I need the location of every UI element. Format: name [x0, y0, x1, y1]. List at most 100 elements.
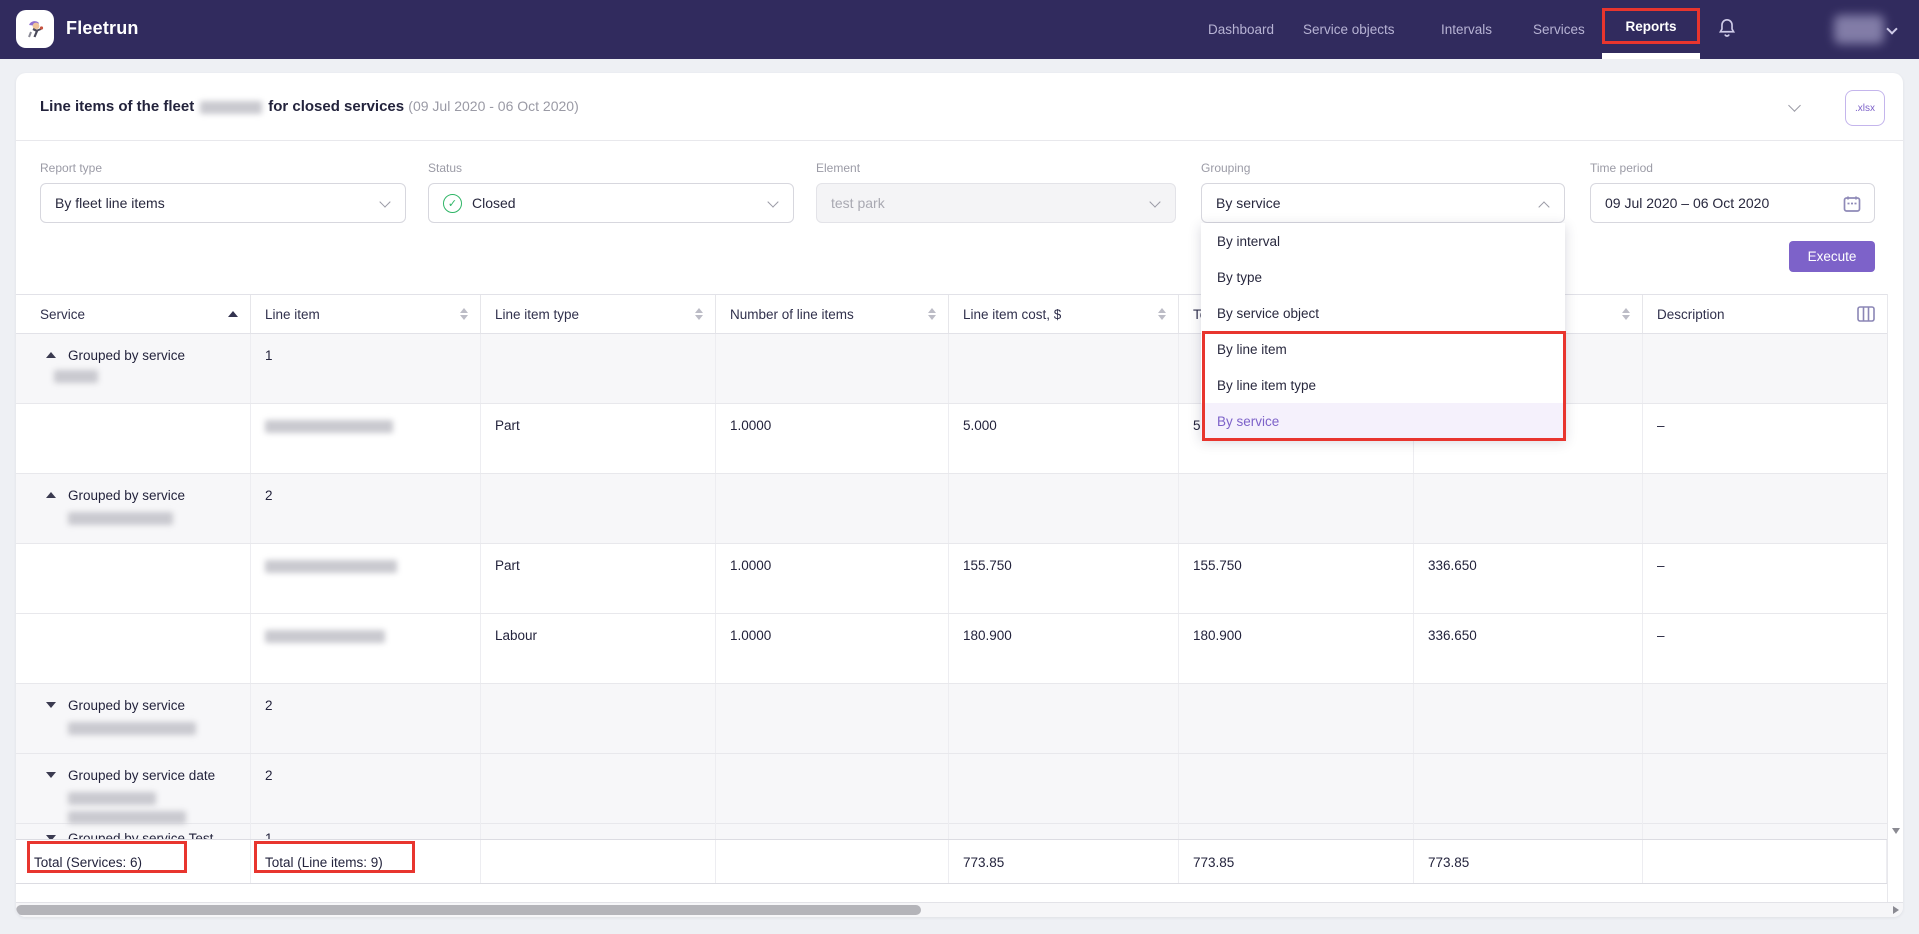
table-row-item[interactable]: Labour 1.0000 180.900 180.900 336.650 – [16, 614, 1887, 684]
nav-item-reports[interactable]: Reports [1625, 19, 1676, 34]
column-header-line-item[interactable]: Line item [251, 295, 481, 333]
redacted-line-item-name [265, 420, 393, 433]
grouping-option-by-line-item[interactable]: By line item [1201, 331, 1565, 367]
redacted-line-item-name [265, 560, 397, 573]
redacted-service-name [54, 370, 98, 383]
sort-icon[interactable] [1158, 308, 1166, 320]
scroll-down-arrow-icon[interactable] [1892, 828, 1900, 834]
expand-group-icon[interactable] [46, 702, 56, 708]
quantity-cell: 1.0000 [716, 404, 949, 473]
bell-icon[interactable] [1716, 16, 1738, 47]
filter-status: Status ✓ Closed [428, 161, 794, 223]
time-period-value: 09 Jul 2020 – 06 Oct 2020 [1605, 195, 1769, 211]
status-select[interactable]: ✓ Closed [428, 183, 794, 223]
cost-cell: 155.750 [949, 544, 1179, 613]
table-total-row: Total (Services: 6) Total (Line items: 9… [16, 839, 1887, 884]
extra-cell: 336.650 [1414, 614, 1643, 683]
description-cell: – [1643, 404, 1887, 473]
column-header-line-item-cost[interactable]: Line item cost, $ [949, 295, 1179, 333]
column-label: Number of line items [730, 307, 854, 322]
expand-group-icon[interactable] [46, 772, 56, 778]
report-card: Line items of the fleet for closed servic… [16, 73, 1903, 917]
sort-icon[interactable] [1622, 308, 1630, 320]
export-xlsx-label: .xlsx [1855, 103, 1875, 114]
filter-time-period: Time period 09 Jul 2020 – 06 Oct 2020 [1590, 161, 1875, 223]
filter-report-type: Report type By fleet line items [40, 161, 406, 223]
fleetrun-logo[interactable] [16, 10, 54, 48]
table-header-row: Service Line item Line item type Number … [16, 294, 1887, 334]
chevron-down-icon [379, 196, 390, 207]
total-services: Total (Services: 6) [16, 840, 251, 883]
nav-item-dashboard[interactable]: Dashboard [1208, 22, 1274, 37]
horizontal-scrollbar-thumb[interactable] [16, 905, 921, 915]
grouping-option-by-service-object[interactable]: By service object [1201, 295, 1565, 331]
vertical-scrollbar[interactable] [1887, 294, 1903, 902]
scroll-right-arrow-icon[interactable] [1893, 906, 1899, 914]
group-label: Grouped by service [68, 488, 185, 503]
grouping-option-by-interval[interactable]: By interval [1201, 223, 1565, 259]
nav-item-intervals[interactable]: Intervals [1441, 22, 1492, 37]
title-period: (09 Jul 2020 - 06 Oct 2020) [408, 98, 578, 114]
sort-icon[interactable] [460, 308, 468, 320]
redacted-service-name [68, 811, 186, 824]
export-xlsx-button[interactable]: .xlsx [1845, 90, 1885, 126]
line-item-type-cell: Part [481, 544, 716, 613]
collapse-report-chevron-icon[interactable] [1788, 99, 1801, 112]
table-row-group[interactable]: Grouped by service 2 [16, 474, 1887, 544]
table-row-group[interactable]: Grouped by service 1 [16, 334, 1887, 404]
chevron-up-icon [1538, 201, 1549, 212]
title-part2: for closed services [268, 98, 404, 115]
group-label: Grouped by service [68, 698, 185, 713]
sort-asc-icon[interactable] [228, 311, 238, 317]
sort-icon[interactable] [928, 308, 936, 320]
grouping-value: By service [1216, 195, 1281, 211]
check-circle-icon: ✓ [443, 194, 462, 213]
grouping-option-by-service[interactable]: By service [1201, 403, 1565, 439]
line-items-count: 1 [251, 334, 481, 403]
time-period-label: Time period [1590, 161, 1875, 175]
column-header-description[interactable]: Description [1643, 295, 1887, 333]
grouping-option-by-line-item-type[interactable]: By line item type [1201, 367, 1565, 403]
nav-item-service-objects[interactable]: Service objects [1303, 22, 1395, 37]
brand-title: Fleetrun [66, 18, 139, 39]
group-label: Grouped by service [68, 348, 185, 363]
redacted-service-name [68, 722, 196, 735]
table-row-item[interactable]: Part 1.0000 155.750 155.750 336.650 – [16, 544, 1887, 614]
extra-cell: 336.650 [1414, 544, 1643, 613]
horizontal-scrollbar[interactable] [16, 902, 1903, 917]
nav-item-services[interactable]: Services [1533, 22, 1585, 37]
group-label: Grouped by service date [68, 768, 215, 783]
grouping-select[interactable]: By service [1201, 183, 1565, 223]
collapse-group-icon[interactable] [46, 352, 56, 358]
table-row-group[interactable]: Grouped by service 2 [16, 684, 1887, 754]
element-value: test park [831, 195, 885, 211]
columns-icon[interactable] [1857, 306, 1875, 322]
grouping-option-by-type[interactable]: By type [1201, 259, 1565, 295]
calendar-icon[interactable] [1842, 194, 1862, 217]
user-menu-chevron-icon[interactable] [1886, 23, 1897, 34]
line-items-count: 2 [251, 474, 481, 543]
element-label: Element [816, 161, 1176, 175]
collapse-group-icon[interactable] [46, 492, 56, 498]
report-table: Service Line item Line item type Number … [16, 294, 1887, 894]
active-tab-underline [1602, 53, 1700, 59]
column-header-number-of-line-items[interactable]: Number of line items [716, 295, 949, 333]
nav-item-reports-annotation: Reports [1602, 8, 1700, 44]
report-type-value: By fleet line items [55, 195, 165, 211]
table-row-group[interactable]: Grouped by service date 2 [16, 754, 1887, 824]
report-type-label: Report type [40, 161, 406, 175]
title-part1: Line items of the fleet [40, 98, 194, 115]
element-select: test park [816, 183, 1176, 223]
user-avatar[interactable] [1834, 15, 1884, 44]
column-header-line-item-type[interactable]: Line item type [481, 295, 716, 333]
column-header-service[interactable]: Service [16, 295, 251, 333]
column-label: Line item type [495, 307, 579, 322]
time-period-input[interactable]: 09 Jul 2020 – 06 Oct 2020 [1590, 183, 1875, 223]
report-type-select[interactable]: By fleet line items [40, 183, 406, 223]
sort-icon[interactable] [695, 308, 703, 320]
screen: Fleetrun Dashboard Service objects Inter… [0, 0, 1919, 934]
execute-button[interactable]: Execute [1789, 241, 1875, 272]
quantity-cell: 1.0000 [716, 614, 949, 683]
fleet-name-redacted [200, 101, 262, 114]
table-row-item[interactable]: Part 1.0000 5.000 5. – [16, 404, 1887, 474]
